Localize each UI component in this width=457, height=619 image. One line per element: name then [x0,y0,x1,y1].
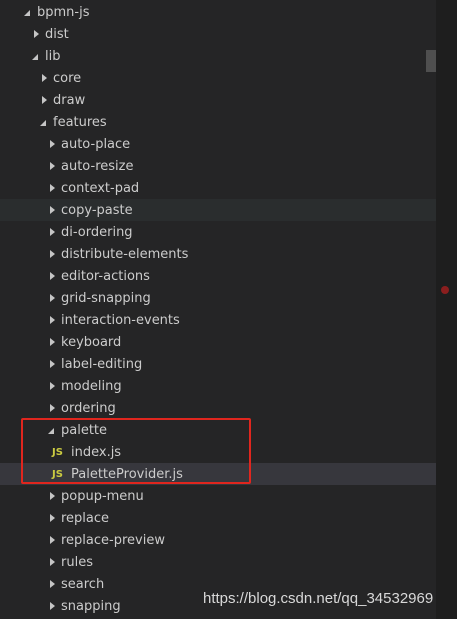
chevron-right-icon[interactable] [46,397,60,419]
chevron-down-icon[interactable] [46,419,60,441]
tree-item-label: keyboard [61,334,122,350]
folder-item[interactable]: lib [0,45,436,67]
tree-item-label: search [61,576,105,592]
folder-item[interactable]: modeling [0,375,436,397]
chevron-right-icon[interactable] [46,265,60,287]
folder-item[interactable]: auto-place [0,133,436,155]
chevron-down-icon[interactable] [38,111,52,133]
tree-item-label: replace-preview [61,532,165,548]
tree-item-label: label-editing [61,356,143,372]
folder-item[interactable]: replace [0,507,436,529]
folder-item[interactable]: copy-paste [0,199,436,221]
chevron-right-icon[interactable] [46,177,60,199]
folder-item[interactable]: draw [0,89,436,111]
chevron-right-icon[interactable] [46,287,60,309]
folder-item[interactable]: palette [0,419,436,441]
chevron-right-icon[interactable] [38,89,52,111]
folder-item[interactable]: popup-menu [0,485,436,507]
chevron-down-icon[interactable] [30,45,44,67]
file-item[interactable]: JS index.js [0,441,436,463]
tree-item-label: auto-resize [61,158,134,174]
chevron-right-icon[interactable] [46,573,60,595]
folder-item[interactable]: distribute-elements [0,243,436,265]
tree-item-label: interaction-events [61,312,180,328]
tree-item-label: auto-place [61,136,131,152]
chevron-right-icon[interactable] [46,507,60,529]
tree-item-label: bpmn-js [37,4,90,20]
chevron-right-icon[interactable] [46,595,60,617]
chevron-right-icon[interactable] [38,67,52,89]
chevron-right-icon[interactable] [46,485,60,507]
folder-item[interactable]: ordering [0,397,436,419]
tree-item-label: snapping [61,598,121,614]
tree-item-label: editor-actions [61,268,150,284]
javascript-file-icon: JS [52,468,63,480]
tree-item-label: replace [61,510,110,526]
chevron-right-icon[interactable] [46,375,60,397]
chevron-right-icon[interactable] [46,331,60,353]
folder-item[interactable]: rules [0,551,436,573]
folder-item[interactable]: bpmn-js [0,1,436,23]
folder-item[interactable]: keyboard [0,331,436,353]
tree-item-label: lib [45,48,61,64]
tree-item-label: features [53,114,107,130]
tree-item-label: palette [61,422,108,438]
file-item[interactable]: JS PaletteProvider.js [0,463,436,485]
chevron-right-icon[interactable] [46,529,60,551]
tree-item-label: draw [53,92,86,108]
watermark-text: https://blog.csdn.net/qq_34532969 [203,590,434,607]
tree-item-label: dist [45,26,69,42]
folder-item[interactable]: dist [0,23,436,45]
chevron-right-icon[interactable] [46,221,60,243]
folder-item[interactable]: context-pad [0,177,436,199]
file-explorer-tree: bpmn-js dist lib core draw features auto-place… [0,0,436,619]
folder-item[interactable]: editor-actions [0,265,436,287]
chevron-right-icon[interactable] [46,353,60,375]
chevron-right-icon[interactable] [46,243,60,265]
tree-item-label: ordering [61,400,116,416]
tree-item-label: distribute-elements [61,246,189,262]
tree-item-label: context-pad [61,180,140,196]
folder-item[interactable]: features [0,111,436,133]
chevron-right-icon[interactable] [46,155,60,177]
tree-item-label: copy-paste [61,202,133,218]
folder-item[interactable]: replace-preview [0,529,436,551]
scrollbar-thumb[interactable] [426,50,436,72]
tree-item-label: core [53,70,82,86]
javascript-file-icon: JS [52,446,63,458]
folder-item[interactable]: core [0,67,436,89]
folder-item[interactable]: label-editing [0,353,436,375]
chevron-right-icon[interactable] [46,133,60,155]
tree-item-label: grid-snapping [61,290,151,306]
folder-item[interactable]: auto-resize [0,155,436,177]
chevron-right-icon[interactable] [46,309,60,331]
folder-item[interactable]: di-ordering [0,221,436,243]
editor-gutter [436,0,457,619]
tree-item-label: modeling [61,378,122,394]
chevron-down-icon[interactable] [22,1,36,23]
folder-item[interactable]: grid-snapping [0,287,436,309]
tree-item-label: PaletteProvider.js [71,466,183,482]
breakpoint-dot-icon [441,286,449,294]
folder-item[interactable]: interaction-events [0,309,436,331]
tree-item-label: di-ordering [61,224,133,240]
chevron-right-icon[interactable] [30,23,44,45]
chevron-right-icon[interactable] [46,199,60,221]
tree-item-label: popup-menu [61,488,144,504]
tree-item-label: rules [61,554,93,570]
chevron-right-icon[interactable] [46,551,60,573]
tree-item-label: index.js [71,444,122,460]
